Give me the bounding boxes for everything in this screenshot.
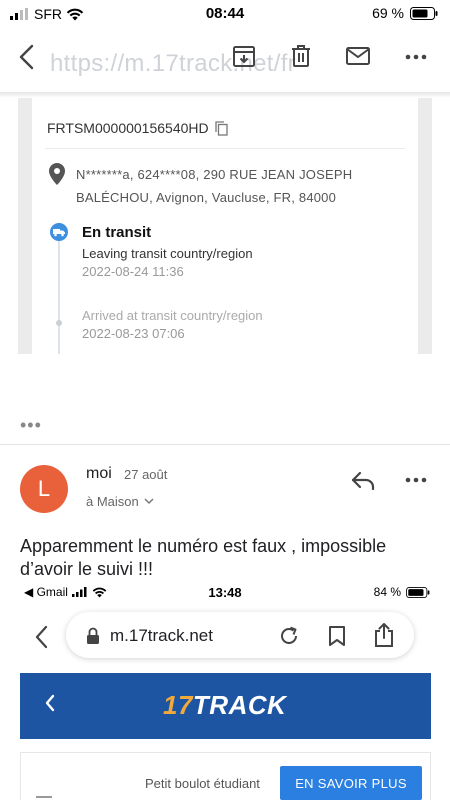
event-description: Leaving transit country/region xyxy=(82,246,253,261)
truck-icon xyxy=(53,228,65,236)
site-logo: 17TRACK xyxy=(163,690,286,721)
chevron-left-icon xyxy=(45,694,55,712)
mail-icon[interactable] xyxy=(345,43,371,69)
event-description: Arrived at transit country/region xyxy=(82,308,263,323)
toolbar-shadow xyxy=(0,92,450,98)
timeline-line xyxy=(58,236,60,354)
battery-icon xyxy=(410,6,438,20)
message-more-icon[interactable] xyxy=(404,470,428,490)
browser-back-icon[interactable] xyxy=(32,624,52,650)
back-arrow-icon[interactable] xyxy=(16,43,38,71)
share-icon[interactable] xyxy=(374,622,394,648)
more-vert-icon[interactable] xyxy=(404,43,428,69)
trash-icon[interactable] xyxy=(290,43,312,69)
address-bar-url: m.17track.net xyxy=(110,626,213,645)
tracking-number: FRTSM000000156540HD xyxy=(47,120,209,136)
event-time: 2022-08-23 07:06 xyxy=(82,326,185,341)
message-divider xyxy=(0,444,450,445)
gmail-toolbar: https://m.17track.net/fr xyxy=(0,26,450,92)
address-line-1: N*******a, 624****08, 290 RUE JEAN JOSEP… xyxy=(76,167,353,182)
reload-icon[interactable] xyxy=(278,625,300,647)
archive-icon[interactable] xyxy=(232,43,256,69)
status-bar: SFR 08:44 69 % xyxy=(0,0,450,26)
event-time: 2022-08-24 11:36 xyxy=(82,264,184,279)
battery-group: 69 % xyxy=(372,5,438,21)
battery-icon xyxy=(406,586,430,598)
timeline-dot xyxy=(56,320,62,326)
avatar[interactable]: L xyxy=(20,465,68,513)
card-left-edge xyxy=(18,98,32,354)
recipient-details[interactable]: à Maison xyxy=(86,494,154,509)
address-line-2: BALÉCHOU, Avignon, Vaucluse, FR, 84000 xyxy=(76,190,337,205)
message-body: Apparemment le numéro est faux , impossi… xyxy=(20,536,387,579)
logo-text: TRACK xyxy=(192,690,287,720)
copy-icon[interactable] xyxy=(214,120,228,136)
tracking-number-row: FRTSM000000156540HD xyxy=(47,120,228,136)
embedded-status-bar: ◀ Gmail 13:48 84 % xyxy=(0,582,450,604)
bookmark-icon[interactable] xyxy=(328,625,346,647)
embedded-battery-group: 84 % xyxy=(374,585,430,599)
reply-icon[interactable] xyxy=(350,470,376,492)
chevron-down-icon xyxy=(144,498,154,505)
embedded-battery-percent: 84 % xyxy=(373,585,401,599)
lock-icon xyxy=(87,627,99,644)
learn-more-button[interactable]: EN SAVOIR PLUS xyxy=(280,766,422,800)
battery-percent: 69 % xyxy=(372,5,404,21)
card-right-edge xyxy=(418,98,432,354)
site-back-icon[interactable] xyxy=(44,694,56,718)
card-divider xyxy=(45,148,405,149)
transit-status-icon xyxy=(50,223,68,241)
event-status-title: En transit xyxy=(82,224,152,241)
message-date: 27 août xyxy=(124,467,168,482)
sender-name: moi xyxy=(86,465,112,482)
location-pin-icon xyxy=(49,163,65,185)
ad-text: Petit boulot étudiant xyxy=(145,776,260,791)
logo-number: 17 xyxy=(163,690,193,720)
drag-handle-icon[interactable] xyxy=(36,796,52,798)
show-trimmed-content-button[interactable]: ••• xyxy=(20,416,42,434)
underlying-url-text: https://m.17track.net/fr xyxy=(50,50,296,77)
recipient-label: à Maison xyxy=(86,494,139,509)
